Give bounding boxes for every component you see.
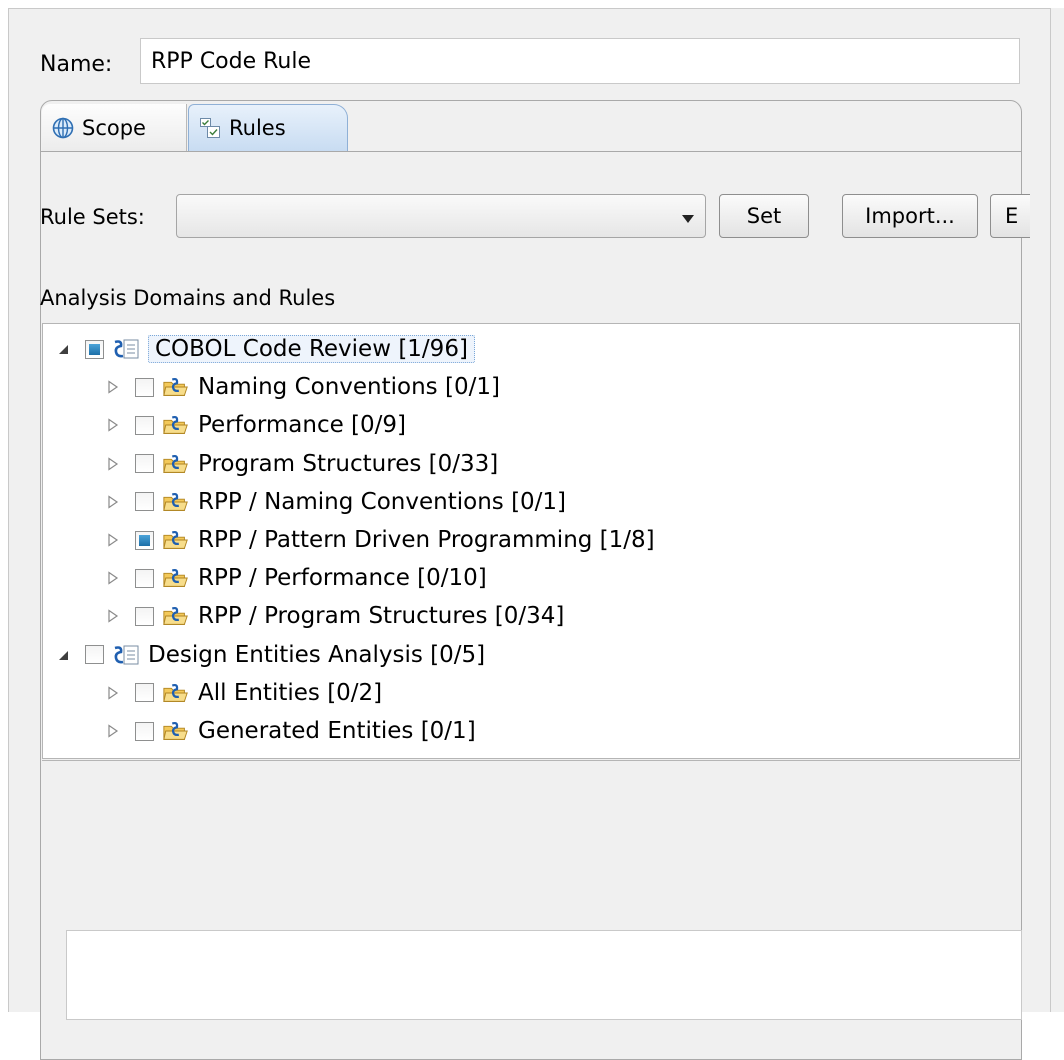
tree-row[interactable]: Program Structures [0/33]	[105, 445, 498, 483]
tree-row-label: RPP / Program Structures [0/34]	[198, 603, 565, 630]
tree-row[interactable]: Performance [0/9]	[105, 406, 406, 444]
name-field[interactable]	[140, 38, 1020, 84]
globe-icon	[52, 117, 74, 139]
rule-sets-dropdown[interactable]	[176, 194, 706, 238]
tab-scope[interactable]: Scope	[42, 104, 187, 151]
tree-row-label: RPP / Naming Conventions [0/1]	[198, 488, 567, 515]
collapsed-arrow-icon[interactable]	[105, 417, 121, 433]
rule-domain-icon	[112, 336, 140, 362]
tree-row-label: Program Structures [0/33]	[198, 450, 499, 477]
collapsed-arrow-icon[interactable]	[105, 456, 121, 472]
name-label: Name:	[40, 52, 113, 77]
collapsed-arrow-icon[interactable]	[105, 532, 121, 548]
window-right-edge	[1050, 8, 1064, 1012]
tab-rules[interactable]: Rules	[188, 104, 348, 151]
tree-checkbox[interactable]	[135, 454, 154, 474]
tree-row[interactable]: COBOL Code Review [1/96]	[55, 330, 475, 368]
tree-checkbox[interactable]	[85, 645, 104, 665]
rules-checklist-icon	[199, 117, 221, 139]
tree-row-label: RPP / Pattern Driven Programming [1/8]	[198, 527, 655, 553]
set-button[interactable]: Set	[719, 194, 809, 238]
tree-row-label: All Entities [0/2]	[198, 679, 383, 706]
export-button[interactable]: E	[990, 194, 1030, 238]
rule-category-folder-icon	[162, 718, 190, 744]
rule-category-folder-icon	[162, 680, 190, 706]
rule-category-folder-icon	[162, 527, 190, 553]
tree-row-label: RPP / Performance [0/10]	[198, 565, 487, 592]
dropdown-arrow-icon[interactable]	[681, 209, 695, 228]
rule-description-area	[66, 930, 1022, 1020]
rule-category-folder-icon	[162, 451, 190, 477]
collapsed-arrow-icon[interactable]	[105, 685, 121, 701]
tree-checkbox[interactable]	[135, 377, 154, 397]
tab-rules-label: Rules	[229, 116, 286, 140]
tree-row[interactable]: RPP / Pattern Driven Programming [1/8]	[105, 521, 655, 559]
tree-checkbox[interactable]	[135, 530, 154, 550]
tree-checkbox[interactable]	[135, 683, 154, 703]
rule-category-folder-icon	[162, 374, 190, 400]
window-top-edge	[0, 0, 1064, 9]
tree-row-label: Performance [0/9]	[198, 412, 407, 439]
tree-row[interactable]: RPP / Naming Conventions [0/1]	[105, 483, 566, 521]
tree-checkbox[interactable]	[135, 568, 154, 588]
collapsed-arrow-icon[interactable]	[105, 608, 121, 624]
rule-sets-label: Rule Sets:	[40, 205, 145, 229]
expanded-arrow-icon[interactable]	[55, 647, 71, 663]
tree-row[interactable]: Design Entities Analysis [0/5]	[55, 636, 485, 674]
collapsed-arrow-icon[interactable]	[105, 379, 121, 395]
tree-row[interactable]: All Entities [0/2]	[105, 674, 382, 712]
tab-strip-divider	[40, 151, 1022, 152]
tree-row[interactable]: RPP / Program Structures [0/34]	[105, 597, 564, 635]
tree-row[interactable]: RPP / Performance [0/10]	[105, 559, 487, 597]
rule-category-folder-icon	[162, 756, 190, 758]
tree-row[interactable]: Naming Conventions [0/1]	[105, 368, 500, 406]
rule-category-folder-icon	[162, 489, 190, 515]
analysis-domains-heading: Analysis Domains and Rules	[40, 286, 336, 310]
tree-row-label: COBOL Code Review [1/96]	[148, 335, 475, 363]
tree-checkbox[interactable]	[135, 415, 154, 435]
tree-checkbox[interactable]	[85, 339, 104, 359]
tree-checkbox[interactable]	[135, 492, 154, 512]
rule-domain-icon	[112, 642, 140, 668]
rule-category-folder-icon	[162, 565, 190, 591]
tree-checkbox[interactable]	[135, 606, 154, 626]
tree-row-label: Design Entities Analysis [0/5]	[148, 641, 486, 668]
tree-row[interactable]: Generated Entities [0/1]	[105, 712, 476, 750]
tree-bottom-divider	[42, 760, 1020, 761]
rule-category-folder-icon	[162, 603, 190, 629]
tree-row-label: Segment Entities [0/2]	[198, 756, 457, 758]
tree-checkbox[interactable]	[135, 721, 154, 741]
collapsed-arrow-icon[interactable]	[105, 570, 121, 586]
collapsed-arrow-icon[interactable]	[105, 723, 121, 739]
import-button[interactable]: Import...	[842, 194, 978, 238]
rule-category-folder-icon	[162, 412, 190, 438]
tree-row[interactable]: Segment Entities [0/2]	[105, 750, 457, 758]
expanded-arrow-icon[interactable]	[55, 341, 71, 357]
tab-scope-label: Scope	[82, 115, 146, 140]
window-left-edge	[0, 8, 9, 1012]
rules-tree[interactable]: COBOL Code Review [1/96] Naming Conventio…	[42, 323, 1020, 759]
tree-row-label: Generated Entities [0/1]	[198, 718, 476, 744]
tree-row-label: Naming Conventions [0/1]	[198, 374, 500, 401]
collapsed-arrow-icon[interactable]	[105, 494, 121, 510]
